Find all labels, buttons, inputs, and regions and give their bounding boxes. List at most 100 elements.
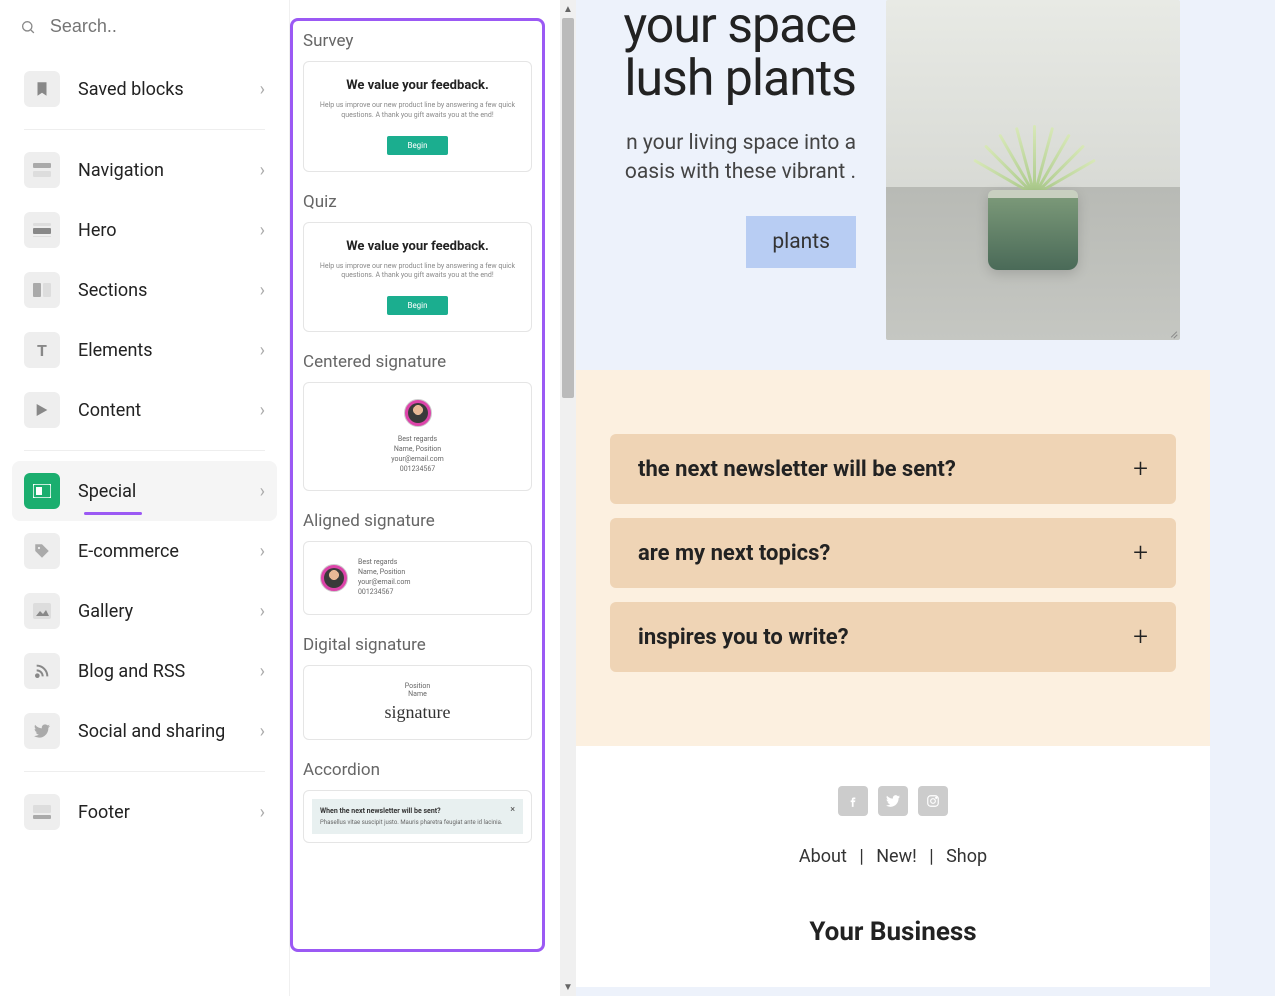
category-label: Saved blocks bbox=[78, 79, 242, 100]
preview-button: Begin bbox=[387, 296, 447, 315]
hero-icon bbox=[24, 212, 60, 248]
block-preview: We value your feedback. Help us improve … bbox=[303, 61, 532, 172]
category-navigation[interactable]: Navigation › bbox=[12, 140, 277, 200]
footer-links: About | New! | Shop bbox=[576, 846, 1210, 867]
category-social[interactable]: Social and sharing › bbox=[12, 701, 277, 761]
category-saved-blocks[interactable]: Saved blocks › bbox=[12, 59, 277, 119]
category-gallery[interactable]: Gallery › bbox=[12, 581, 277, 641]
category-elements[interactable]: T Elements › bbox=[12, 320, 277, 380]
chevron-right-icon: › bbox=[260, 280, 265, 301]
canvas[interactable]: your space lush plants n your living spa… bbox=[576, 0, 1275, 996]
footer-business: Your Business bbox=[576, 917, 1210, 947]
block-preview: We value your feedback. Help us improve … bbox=[303, 222, 532, 333]
category-sections[interactable]: Sections › bbox=[12, 260, 277, 320]
faq-question: inspires you to write? bbox=[638, 625, 849, 650]
block-accordion[interactable]: Accordion × When the next newsletter wil… bbox=[303, 760, 532, 843]
category-footer[interactable]: Footer › bbox=[12, 782, 277, 842]
search-input[interactable] bbox=[50, 16, 269, 37]
close-icon: × bbox=[510, 805, 515, 815]
search-icon bbox=[20, 18, 36, 36]
block-survey[interactable]: Survey We value your feedback. Help us i… bbox=[303, 31, 532, 172]
block-aligned-signature[interactable]: Aligned signature Best regards Name, Pos… bbox=[303, 511, 532, 614]
block-centered-signature[interactable]: Centered signature Best regards Name, Po… bbox=[303, 352, 532, 491]
plus-icon: + bbox=[1133, 454, 1148, 484]
blocks-panel[interactable]: Survey We value your feedback. Help us i… bbox=[290, 18, 545, 952]
block-quiz[interactable]: Quiz We value your feedback. Help us imp… bbox=[303, 192, 532, 333]
category-label: Gallery bbox=[78, 601, 242, 622]
faq-row[interactable]: are my next topics? + bbox=[610, 518, 1176, 588]
preview-heading: We value your feedback. bbox=[314, 239, 521, 254]
plus-icon: + bbox=[1133, 538, 1148, 568]
sig-text: Best regards Name, Position your@email.c… bbox=[358, 558, 410, 597]
hero-button[interactable]: plants bbox=[746, 216, 856, 268]
category-label: Content bbox=[78, 400, 242, 421]
block-title: Survey bbox=[303, 31, 532, 51]
block-title: Accordion bbox=[303, 760, 532, 780]
chevron-right-icon: › bbox=[260, 400, 265, 421]
footer-section: About | New! | Shop Your Business bbox=[576, 746, 1210, 987]
chevron-right-icon: › bbox=[260, 802, 265, 823]
footer-link-about[interactable]: About bbox=[799, 846, 847, 867]
category-label: Sections bbox=[78, 280, 242, 301]
footer-icon bbox=[24, 794, 60, 830]
scrollbar[interactable]: ▲ ▼ bbox=[560, 0, 576, 996]
twitter-icon[interactable] bbox=[878, 786, 908, 816]
avatar bbox=[404, 399, 432, 427]
special-icon bbox=[24, 473, 60, 509]
sidebar: Saved blocks › Navigation › Hero › Secti… bbox=[0, 0, 290, 996]
instagram-icon[interactable] bbox=[918, 786, 948, 816]
category-hero[interactable]: Hero › bbox=[12, 200, 277, 260]
block-preview: Best regards Name, Position your@email.c… bbox=[303, 541, 532, 614]
avatar bbox=[320, 564, 348, 592]
category-label: Hero bbox=[78, 220, 242, 241]
preview-sub: Help us improve our new product line by … bbox=[314, 101, 521, 121]
divider bbox=[24, 129, 265, 130]
facebook-icon[interactable] bbox=[838, 786, 868, 816]
divider bbox=[24, 450, 265, 451]
category-label: Elements bbox=[78, 340, 242, 361]
chevron-right-icon: › bbox=[260, 601, 265, 622]
hero-section: your space lush plants n your living spa… bbox=[576, 0, 1210, 370]
tag-icon bbox=[24, 533, 60, 569]
chevron-right-icon: › bbox=[260, 541, 265, 562]
plant-illustration bbox=[943, 95, 1123, 195]
chevron-right-icon: › bbox=[260, 661, 265, 682]
preview-heading: We value your feedback. bbox=[314, 78, 521, 93]
category-special[interactable]: Special › bbox=[12, 461, 277, 521]
faq-question: the next newsletter will be sent? bbox=[638, 457, 956, 482]
hero-image[interactable] bbox=[886, 0, 1180, 340]
divider bbox=[24, 771, 265, 772]
category-blog[interactable]: Blog and RSS › bbox=[12, 641, 277, 701]
scroll-up-icon[interactable]: ▲ bbox=[560, 0, 576, 18]
chevron-right-icon: › bbox=[260, 79, 265, 100]
block-digital-signature[interactable]: Digital signature Position Name signatur… bbox=[303, 635, 532, 740]
faq-row[interactable]: the next newsletter will be sent? + bbox=[610, 434, 1176, 504]
chevron-right-icon: › bbox=[260, 721, 265, 742]
faq-row[interactable]: inspires you to write? + bbox=[610, 602, 1176, 672]
footer-link-shop[interactable]: Shop bbox=[946, 846, 987, 867]
resize-handle[interactable] bbox=[1166, 326, 1178, 338]
preview-sub: Help us improve our new product line by … bbox=[314, 262, 521, 282]
category-label: Navigation bbox=[78, 160, 242, 181]
chevron-right-icon: › bbox=[260, 220, 265, 241]
hero-title: your space lush plants bbox=[576, 0, 856, 105]
category-content[interactable]: Content › bbox=[12, 380, 277, 440]
block-preview: × When the next newsletter will be sent?… bbox=[303, 790, 532, 843]
plus-icon: + bbox=[1133, 622, 1148, 652]
category-label: Social and sharing bbox=[78, 721, 242, 742]
active-underline bbox=[84, 512, 142, 515]
accordion-section: the next newsletter will be sent? + are … bbox=[576, 370, 1210, 746]
scroll-thumb[interactable] bbox=[562, 18, 574, 398]
category-ecommerce[interactable]: E-commerce › bbox=[12, 521, 277, 581]
scroll-down-icon[interactable]: ▼ bbox=[560, 978, 576, 996]
hero-description: n your living space into a oasis with th… bbox=[576, 129, 856, 188]
bookmark-icon bbox=[24, 71, 60, 107]
faq-question: are my next topics? bbox=[638, 541, 830, 566]
search-wrap bbox=[0, 0, 289, 53]
preview-button: Begin bbox=[387, 136, 447, 155]
block-preview: Best regards Name, Position your@email.c… bbox=[303, 382, 532, 491]
elements-icon: T bbox=[24, 332, 60, 368]
sig-text: Best regards Name, Position your@email.c… bbox=[314, 435, 521, 474]
footer-link-new[interactable]: New! bbox=[876, 846, 917, 867]
category-label: Special bbox=[78, 481, 242, 502]
